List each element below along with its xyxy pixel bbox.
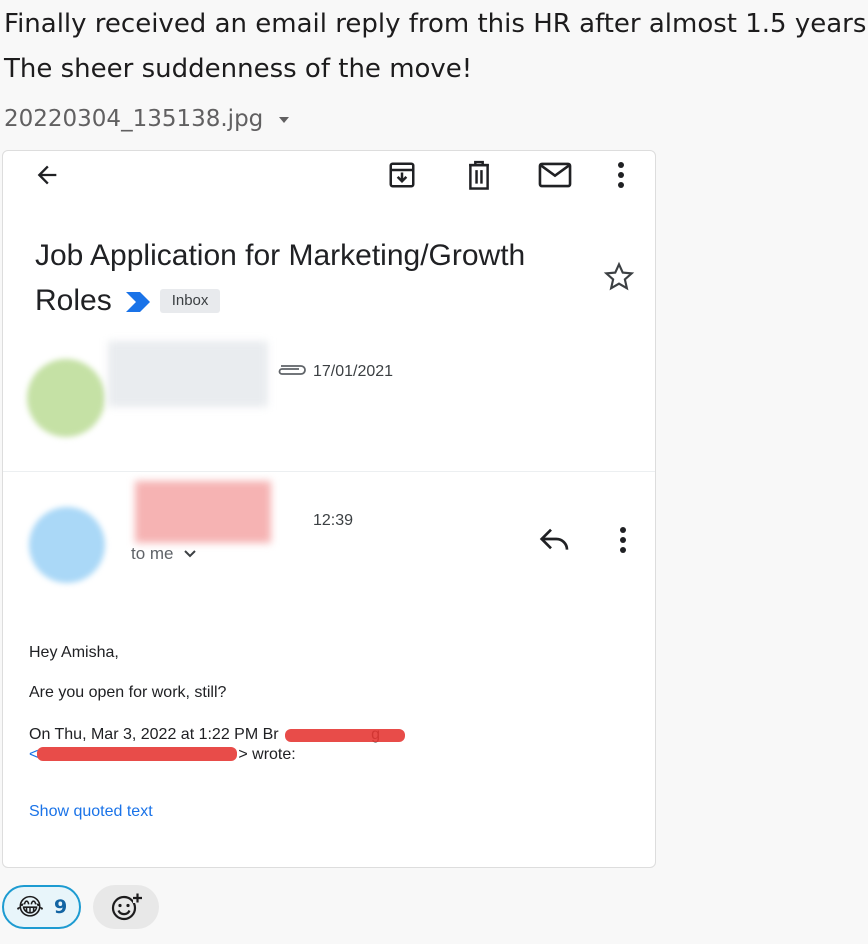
message-divider — [3, 471, 655, 472]
subject-line-1: Job Application for Marketing/Growth — [35, 239, 526, 272]
chevron-down-icon[interactable] — [279, 117, 290, 123]
recipient-toggle[interactable]: to me — [131, 544, 196, 564]
email-greeting: Hey Amisha, — [29, 644, 119, 661]
email-subject: Job Application for Marketing/Growth Rol… — [35, 233, 525, 323]
back-arrow-icon — [37, 165, 57, 185]
show-quoted-text-link[interactable]: Show quoted text — [29, 803, 153, 821]
more-vert-icon — [618, 162, 624, 188]
subject-line-2: Roles — [35, 284, 112, 317]
reaction-count: 9 — [54, 896, 68, 918]
message-date: 17/01/2021 — [313, 363, 394, 380]
email-screenshot-image[interactable]: Job Application for Marketing/Growth Rol… — [2, 150, 656, 868]
message-line-2: The sheer suddenness of the move! — [4, 54, 473, 84]
email-body: Are you open for work, still? — [29, 684, 227, 701]
chevron-down-icon — [183, 550, 196, 558]
reply-icon — [539, 528, 569, 550]
attachment-filename[interactable]: 20220304_135138.jpg — [4, 106, 263, 132]
reactions-bar: 😂 9 — [2, 885, 160, 929]
star-icon — [603, 261, 635, 291]
trash-icon — [469, 160, 489, 190]
redacted-sender-name — [135, 481, 271, 543]
avatar — [29, 507, 105, 583]
message-line-1: Finally received an email reply from thi… — [4, 9, 867, 39]
avatar — [27, 359, 105, 437]
add-emoji-icon — [112, 893, 144, 921]
redaction-scribble — [285, 729, 405, 742]
message-time: 12:39 — [313, 512, 354, 529]
add-reaction-button[interactable] — [93, 885, 160, 929]
recipient-label: to me — [131, 544, 174, 563]
quote-header-start: On Thu, Mar 3, 2022 at 1:22 PM Br — [29, 726, 279, 743]
mail-icon — [538, 162, 572, 188]
attachment-header[interactable]: 20220304_135138.jpg — [4, 106, 290, 132]
tears-of-joy-emoji-icon: 😂 — [16, 893, 45, 921]
attachment-icon — [278, 365, 306, 375]
inbox-label: Inbox — [159, 288, 221, 313]
reaction-pill[interactable]: 😂 9 — [2, 885, 82, 929]
redaction-scribble — [37, 747, 237, 761]
redacted-sender-name — [108, 341, 268, 407]
quote-wrote: > wrote: — [238, 746, 296, 763]
more-vert-icon — [620, 527, 626, 553]
important-marker-icon — [125, 291, 150, 312]
archive-icon — [389, 162, 415, 188]
